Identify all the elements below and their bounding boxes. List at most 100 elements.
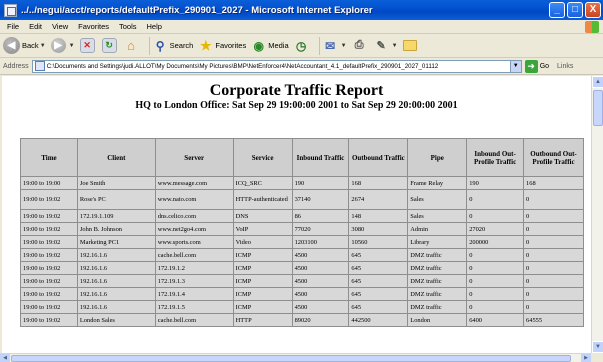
service-cell: ICMP [232, 261, 293, 275]
inbound-traffic-cell: 89020 [291, 313, 350, 327]
inbound-out-profile-cell: 200000 [466, 235, 525, 249]
table-row: 19:00 to 19:02 192.16.1.6 172.19.1.4 ICMP 45… [20, 287, 584, 301]
print-button[interactable]: ⎙ [352, 38, 369, 53]
column-header: Outbound Traffic [348, 138, 409, 177]
scroll-up-icon[interactable]: ▲ [592, 76, 603, 88]
client-cell: Joe Smith [76, 176, 156, 190]
outbound-out-profile-cell: 0 [523, 189, 584, 210]
title-bar: ../../negui/acct/reports/defaultPrefix_2… [0, 0, 603, 20]
pipe-cell: DMZ traffic [407, 248, 468, 262]
ie-page-icon [4, 3, 17, 17]
search-label: Search [169, 41, 194, 50]
chevron-down-icon[interactable]: ▼ [69, 43, 75, 49]
chevron-down-icon[interactable]: ▼ [392, 43, 398, 49]
server-cell: 172.19.1.3 [154, 274, 234, 288]
service-cell: ICMP [232, 274, 293, 288]
close-button[interactable]: X [585, 2, 601, 18]
server-cell: cache.bell.com [154, 313, 234, 327]
minimize-button[interactable]: _ [549, 2, 565, 18]
menu-view[interactable]: View [47, 22, 73, 31]
search-button[interactable]: ⚲ Search [153, 38, 194, 53]
column-header: Time [20, 138, 78, 177]
forward-button[interactable]: ▶ ▼ [50, 38, 75, 53]
service-cell: DNS [232, 209, 293, 223]
horizontal-scrollbar[interactable]: ◀ ▶ [0, 353, 591, 362]
menu-tools[interactable]: Tools [114, 22, 142, 31]
outbound-traffic-cell: 3080 [348, 222, 409, 236]
refresh-button[interactable]: ↻ [101, 38, 119, 53]
outbound-traffic-cell: 442500 [348, 313, 409, 327]
scroll-thumb-horizontal[interactable] [11, 355, 571, 362]
home-button[interactable]: ⌂ [124, 38, 141, 53]
links-button[interactable]: Links [557, 63, 573, 70]
pipe-cell: Admin [407, 222, 468, 236]
inbound-out-profile-cell: 27020 [466, 222, 525, 236]
client-cell: Marketing PC1 [76, 235, 156, 249]
history-button[interactable]: ◷ [294, 38, 311, 53]
scroll-down-icon[interactable]: ▼ [592, 341, 603, 353]
address-url[interactable]: C:\Documents and Settings\judi.ALLOT\My … [47, 63, 510, 70]
search-icon: ⚲ [155, 38, 165, 53]
column-header: Pipe [407, 138, 468, 177]
service-cell: ICQ_SRC [232, 176, 293, 190]
client-cell: 192.16.1.6 [76, 300, 156, 314]
menu-bar: File Edit View Favorites Tools Help [0, 20, 603, 34]
column-header: Outbound Out-Profile Traffic [523, 138, 584, 177]
server-cell: www.sports.com [154, 235, 234, 249]
menu-edit[interactable]: Edit [24, 22, 47, 31]
favorites-button[interactable]: ★ Favorites [198, 38, 246, 53]
menu-favorites[interactable]: Favorites [73, 22, 114, 31]
inbound-out-profile-cell: 0 [466, 189, 525, 210]
inbound-out-profile-cell: 0 [466, 261, 525, 275]
inbound-traffic-cell: 4500 [291, 287, 350, 301]
table-row: 19:00 to 19:02 London Sales cache.bell.com… [20, 313, 584, 327]
scroll-left-icon[interactable]: ◀ [0, 354, 10, 362]
service-cell: HTTP [232, 313, 293, 327]
go-arrow-icon: ➜ [524, 59, 538, 73]
table-row: 19:00 to 19:02 192.16.1.6 172.19.1.3 ICMP 45… [20, 274, 584, 288]
client-cell: John B. Johnson [76, 222, 156, 236]
menu-help[interactable]: Help [142, 22, 167, 31]
refresh-icon: ↻ [101, 38, 117, 53]
column-header: Client [76, 138, 156, 177]
inbound-out-profile-cell: 6400 [466, 313, 525, 327]
table-row: 19:00 to 19:02 192.16.1.6 172.19.1.2 ICMP 45… [20, 261, 584, 275]
inbound-traffic-cell: 77020 [291, 222, 350, 236]
address-dropdown-icon[interactable]: ▼ [509, 60, 521, 72]
window-title: ../../negui/acct/reports/defaultPrefix_2… [21, 4, 373, 16]
outbound-out-profile-cell: 64555 [523, 313, 584, 327]
inbound-traffic-cell: 4500 [291, 261, 350, 275]
outbound-out-profile-cell: 168 [523, 176, 584, 190]
service-cell: ICMP [232, 287, 293, 301]
time-cell: 19:00 to 19:02 [20, 287, 78, 301]
outbound-out-profile-cell: 0 [523, 261, 584, 275]
mail-button[interactable]: ✉ ▼ [323, 38, 347, 53]
edit-button[interactable]: ✎ ▼ [374, 38, 398, 53]
pipe-cell: Sales [407, 189, 468, 210]
maximize-button[interactable]: □ [567, 2, 583, 18]
time-cell: 19:00 to 19:02 [20, 235, 78, 249]
vertical-scrollbar[interactable]: ▲ ▼ [591, 76, 603, 353]
pipe-cell: DMZ traffic [407, 300, 468, 314]
stop-icon: ✕ [79, 38, 95, 53]
client-cell: London Sales [76, 313, 156, 327]
scroll-thumb[interactable] [593, 90, 603, 126]
scroll-right-icon[interactable]: ▶ [581, 354, 591, 362]
back-button[interactable]: ◀ Back ▼ [3, 37, 46, 54]
go-button[interactable]: ➜ Go [524, 59, 549, 73]
outbound-out-profile-cell: 0 [523, 222, 584, 236]
outbound-traffic-cell: 645 [348, 274, 409, 288]
chevron-down-icon[interactable]: ▼ [40, 43, 46, 49]
address-field[interactable]: C:\Documents and Settings\judi.ALLOT\My … [31, 59, 522, 73]
time-cell: 19:00 to 19:02 [20, 300, 78, 314]
stop-button[interactable]: ✕ [79, 38, 97, 53]
pipe-cell: DMZ traffic [407, 274, 468, 288]
chevron-down-icon[interactable]: ▼ [341, 43, 347, 49]
forward-arrow-icon: ▶ [50, 38, 66, 53]
folder-button[interactable] [402, 40, 419, 51]
service-cell: ICMP [232, 248, 293, 262]
media-button[interactable]: ◉ Media [251, 38, 288, 53]
toolbar: ◀ Back ▼ ▶ ▼ ✕ ↻ ⌂ ⚲ Search ★ Favorites … [0, 34, 603, 58]
menu-file[interactable]: File [2, 22, 24, 31]
outbound-out-profile-cell: 0 [523, 300, 584, 314]
